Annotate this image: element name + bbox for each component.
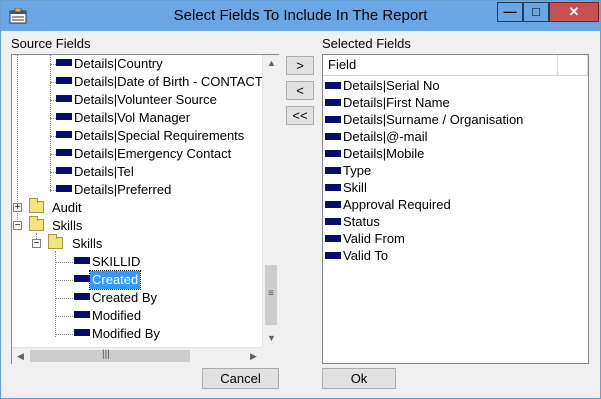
list-item-label: Details|Serial No — [343, 78, 440, 93]
tree-connector — [55, 251, 56, 337]
folder-icon — [29, 198, 44, 213]
field-icon — [56, 95, 72, 102]
tree-item-label: Details|Emergency Contact — [74, 146, 232, 161]
field-icon — [74, 329, 90, 336]
tree-item-label: Skills — [52, 218, 83, 233]
vertical-scrollbar[interactable]: ▲ ≡ ▼ — [262, 55, 279, 347]
minimize-button[interactable]: — — [497, 2, 523, 22]
grip-icon: ||| — [102, 349, 110, 360]
scroll-up-icon[interactable]: ▲ — [263, 55, 280, 72]
field-icon — [325, 133, 341, 140]
list-header: Field — [323, 55, 588, 76]
tree-item-label: Details|Country — [74, 56, 163, 71]
list-item-label: Status — [343, 214, 380, 229]
scroll-left-icon[interactable]: ◀ — [12, 348, 29, 365]
tree-connector — [55, 316, 73, 317]
horizontal-scroll-thumb[interactable]: ||| — [30, 349, 190, 362]
field-icon — [56, 77, 72, 84]
title-bar[interactable]: Select Fields To Include In The Report —… — [1, 1, 600, 31]
field-icon — [56, 185, 72, 192]
field-icon — [325, 201, 341, 208]
list-item-label: Approval Required — [343, 197, 451, 212]
grip-icon: ≡ — [268, 288, 274, 299]
list-item-label: Type — [343, 163, 372, 178]
close-button[interactable]: ✕ — [549, 2, 599, 22]
field-icon — [74, 275, 90, 282]
field-icon — [325, 184, 341, 191]
list-item-label: Details|Surname / Organisation — [343, 112, 524, 127]
column-header-field[interactable]: Field — [323, 55, 558, 75]
add-field-button[interactable]: > — [286, 56, 314, 75]
field-icon — [56, 113, 72, 120]
tree-item-label: Details|Volunteer Source — [74, 92, 217, 107]
tree-connector — [55, 262, 73, 263]
minimize-icon: — — [503, 4, 517, 19]
source-fields-label: Source Fields — [11, 36, 91, 51]
selected-fields-label: Selected Fields — [322, 36, 411, 51]
dialog-window: Select Fields To Include In The Report —… — [0, 0, 601, 399]
list-item-label: Details|Mobile — [343, 146, 425, 161]
field-icon — [56, 59, 72, 66]
field-icon — [325, 116, 341, 123]
remove-field-button[interactable]: < — [286, 81, 314, 100]
field-icon — [325, 99, 341, 106]
close-icon: ✕ — [568, 4, 580, 19]
scroll-right-icon[interactable]: ▶ — [245, 348, 262, 365]
field-icon — [56, 149, 72, 156]
field-icon — [325, 167, 341, 174]
field-icon — [325, 235, 341, 242]
list-item-label: Skill — [343, 180, 367, 195]
field-icon — [74, 257, 90, 264]
vertical-scroll-thumb[interactable]: ≡ — [265, 265, 277, 325]
tree-item-label: Details|Special Requirements — [74, 128, 245, 143]
tree-item-label: Skills — [72, 236, 103, 251]
tree-item-label: Details|Date of Birth - CONTACT — [74, 74, 262, 89]
scroll-corner — [262, 347, 279, 364]
tree-item-label: Modified By — [92, 326, 160, 341]
list-item-label: Valid From — [343, 231, 405, 246]
collapse-icon[interactable]: − — [13, 221, 22, 231]
maximize-icon: □ — [532, 4, 540, 19]
field-icon — [74, 293, 90, 300]
tree-item-label: Details|Preferred — [74, 182, 172, 197]
tree-item-label: Modified — [92, 308, 142, 323]
tree-connector — [55, 280, 73, 281]
column-header-empty[interactable] — [558, 55, 588, 75]
tree-viewport: Details|Country Details|Date of Birth - … — [12, 55, 262, 347]
list-item-label: Details|First Name — [343, 95, 450, 110]
tree-item-label: Audit — [52, 200, 82, 215]
field-icon — [325, 218, 341, 225]
field-icon — [325, 252, 341, 259]
selected-fields-list[interactable]: Field Details|Serial No Details|First Na… — [322, 54, 589, 364]
ok-button[interactable]: Ok — [322, 368, 396, 389]
field-icon — [74, 311, 90, 318]
scroll-down-icon[interactable]: ▼ — [263, 330, 280, 347]
tree-connector — [55, 334, 73, 335]
cancel-button[interactable]: Cancel — [202, 368, 279, 389]
remove-all-button[interactable]: << — [286, 106, 314, 125]
horizontal-scrollbar[interactable]: ◀ ||| ▶ — [12, 347, 262, 364]
tree-item-label: Details|Vol Manager — [74, 110, 191, 125]
source-fields-tree[interactable]: Details|Country Details|Date of Birth - … — [11, 54, 279, 364]
list-item-label: Details|@-mail — [343, 129, 428, 144]
field-icon — [56, 131, 72, 138]
folder-icon — [48, 234, 63, 249]
maximize-button[interactable]: □ — [523, 2, 549, 22]
field-icon — [325, 82, 341, 89]
field-icon — [325, 150, 341, 157]
tree-item-label: Created By — [92, 290, 158, 305]
expand-icon[interactable]: + — [13, 203, 22, 213]
field-icon — [56, 167, 72, 174]
tree-item-label: Created — [88, 270, 142, 290]
list-item-label: Valid To — [343, 248, 389, 263]
tree-item-label: Details|Tel — [74, 164, 134, 179]
tree-connector — [55, 298, 73, 299]
folder-icon — [29, 216, 44, 231]
collapse-icon[interactable]: − — [32, 239, 41, 249]
tree-item-label: SKILLID — [92, 254, 141, 269]
